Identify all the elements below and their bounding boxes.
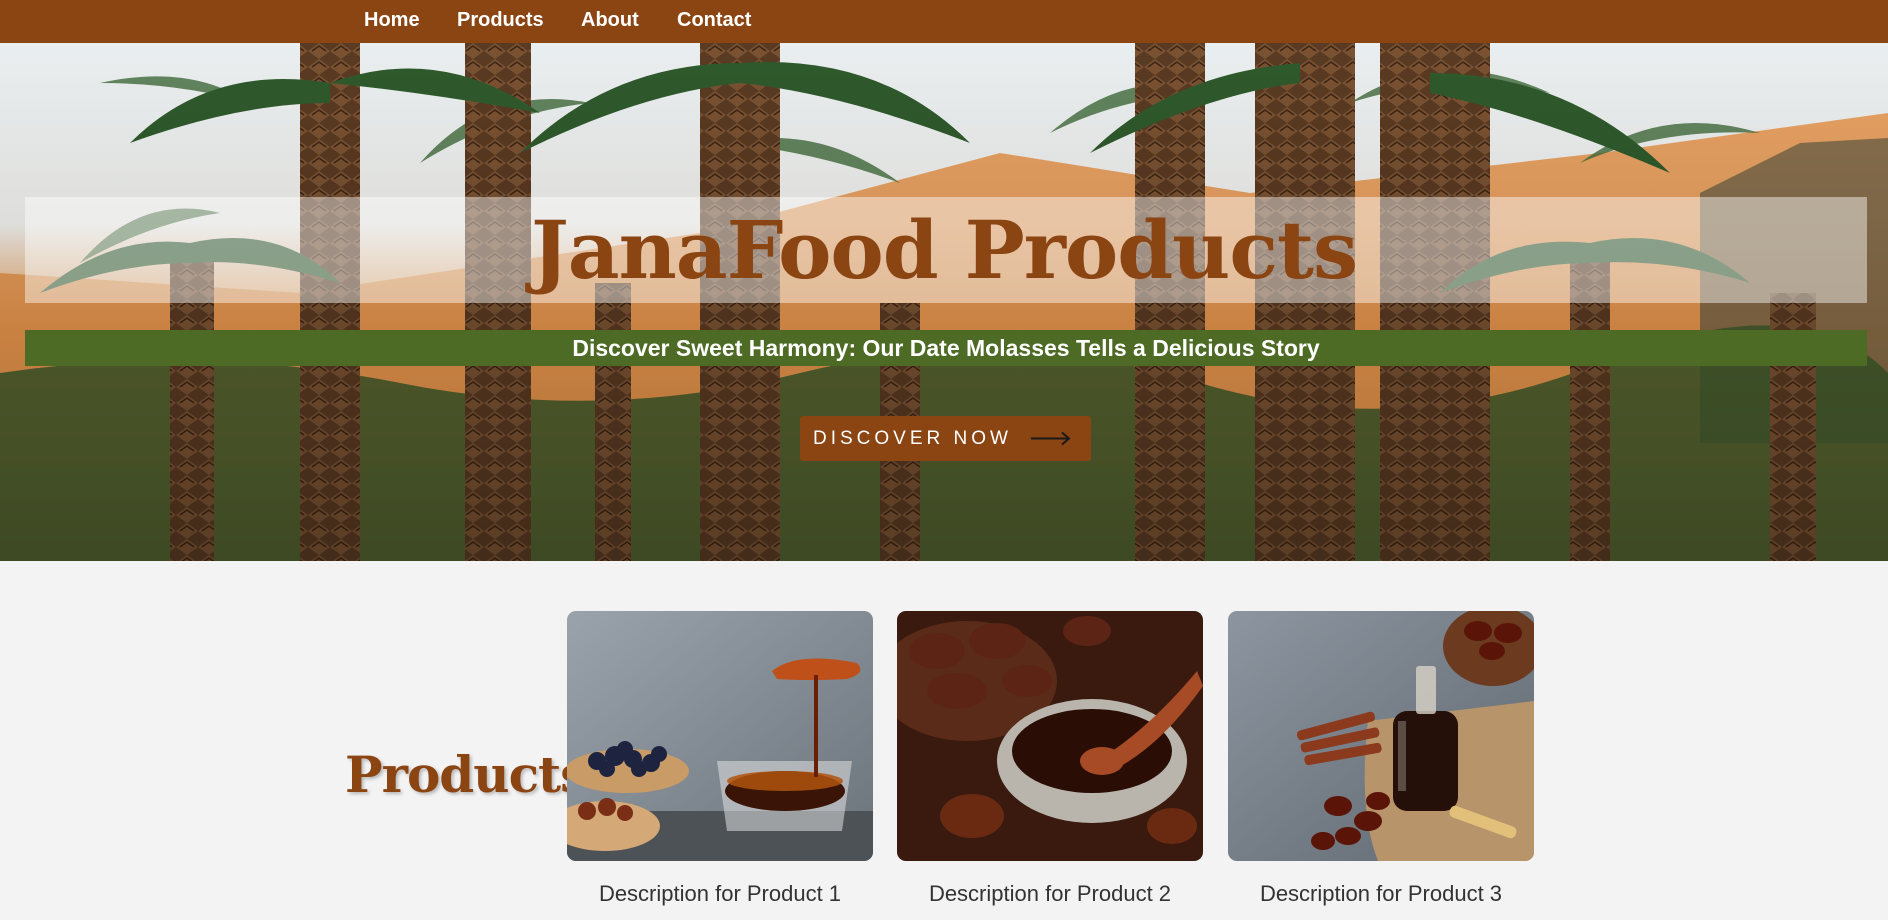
nav-link-home[interactable]: Home xyxy=(364,0,420,43)
product-2-image[interactable] xyxy=(897,611,1203,861)
top-nav-bar: Home Products About Contact xyxy=(0,0,1888,43)
nav-link-about[interactable]: About xyxy=(581,0,639,43)
discover-now-button[interactable]: DISCOVER NOW xyxy=(800,416,1091,461)
product-3-description: Description for Product 3 xyxy=(1259,881,1503,906)
product-3-image[interactable] xyxy=(1228,611,1534,861)
hero-title: JanaFood Products xyxy=(530,203,1358,297)
long-arrow-right-icon xyxy=(1031,431,1071,446)
product-card-1: Description for Product 1 xyxy=(567,611,873,907)
nav-link-products[interactable]: Products xyxy=(457,0,544,43)
product-1-image[interactable] xyxy=(567,611,873,861)
product-2-description: Description for Product 2 xyxy=(928,881,1172,906)
product-1-description: Description for Product 1 xyxy=(598,881,842,906)
hero-banner: JanaFood Products Discover Sweet Harmony… xyxy=(0,43,1888,561)
product-card-3: Description for Product 3 xyxy=(1228,611,1534,907)
discover-now-label: DISCOVER NOW xyxy=(813,428,1012,449)
nav-link-contact[interactable]: Contact xyxy=(677,0,751,43)
products-section-heading: Products xyxy=(345,745,588,804)
product-card-2: Description for Product 2 xyxy=(897,611,1203,907)
hero-subtitle: Discover Sweet Harmony: Our Date Molasse… xyxy=(572,335,1320,361)
